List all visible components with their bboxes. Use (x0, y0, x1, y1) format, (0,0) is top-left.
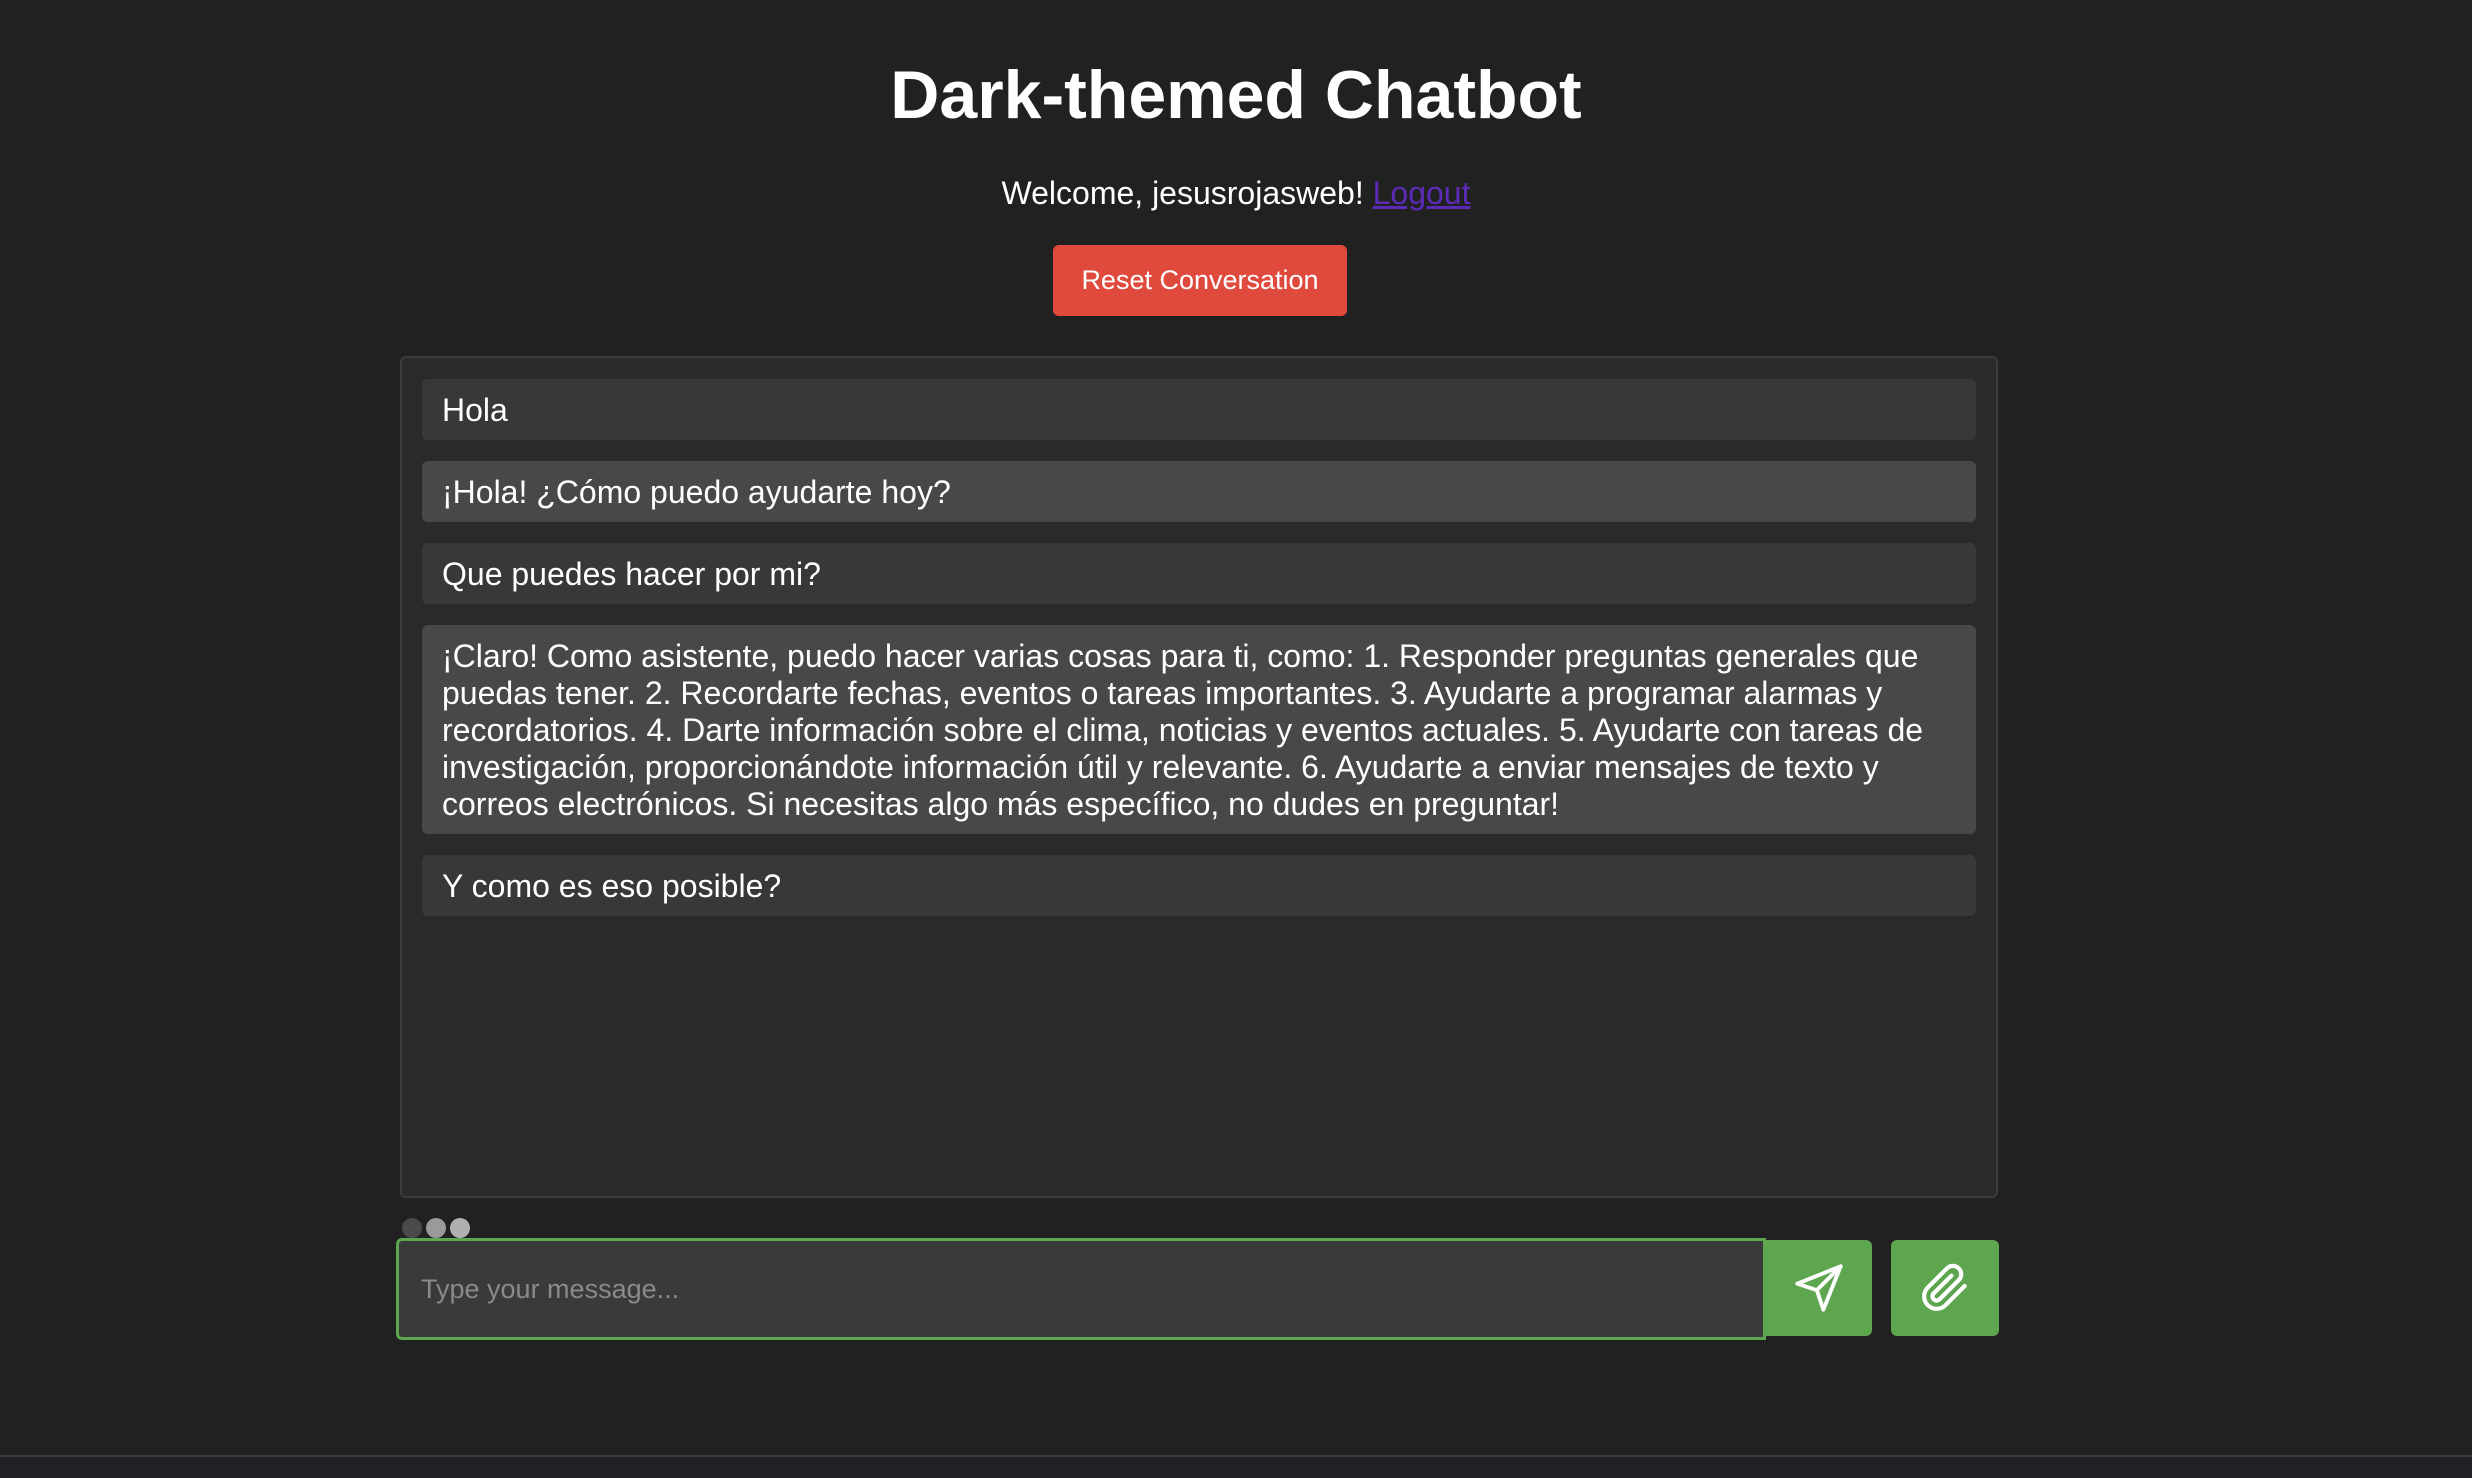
welcome-line: Welcome, jesusrojasweb! Logout (0, 172, 2472, 214)
paperclip-icon (1922, 1263, 1967, 1311)
message-input[interactable] (396, 1238, 1766, 1340)
logout-link[interactable]: Logout (1373, 175, 1471, 211)
page-title: Dark-themed Chatbot (890, 57, 1582, 133)
typing-dot (402, 1218, 422, 1238)
user-message: Y como es eso posible? (422, 855, 1976, 916)
devtools-panel-strip (0, 1455, 2472, 1478)
reset-conversation-button[interactable]: Reset Conversation (1053, 245, 1347, 316)
typing-dot (426, 1218, 446, 1238)
send-icon (1795, 1264, 1843, 1312)
typing-dot (450, 1218, 470, 1238)
welcome-text: Welcome, jesusrojasweb! (1001, 175, 1364, 211)
typing-indicator (402, 1218, 470, 1238)
user-message: Que puedes hacer por mi? (422, 543, 1976, 604)
bot-message: ¡Claro! Como asistente, puedo hacer vari… (422, 625, 1976, 834)
bot-message: ¡Hola! ¿Cómo puedo ayudarte hoy? (422, 461, 1976, 522)
send-button[interactable] (1766, 1240, 1872, 1336)
attach-button[interactable] (1891, 1240, 1999, 1336)
user-message: Hola (422, 379, 1976, 440)
chat-messages-container[interactable]: Hola ¡Hola! ¿Cómo puedo ayudarte hoy? Qu… (400, 356, 1998, 1198)
